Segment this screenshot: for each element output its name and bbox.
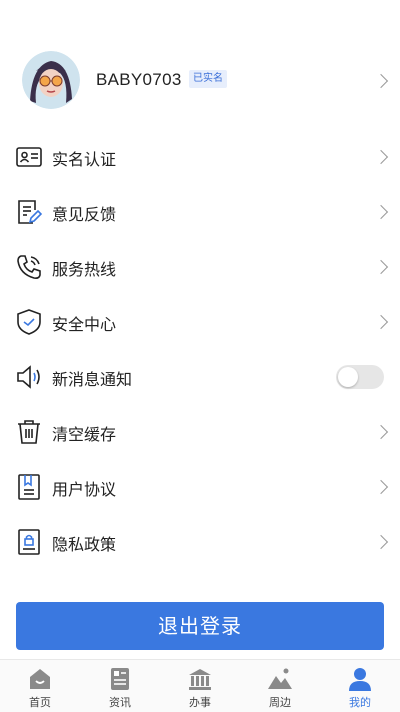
- verified-badge: 已实名: [189, 70, 227, 88]
- username: BABY0703: [96, 70, 182, 89]
- profile-header[interactable]: BABY0703 已实名: [0, 48, 400, 112]
- notification-toggle[interactable]: [336, 365, 384, 389]
- news-icon: [107, 666, 133, 692]
- menu-item-notifications: 新消息通知: [0, 350, 400, 405]
- menu-item-label: 安全中心: [52, 315, 117, 334]
- tab-label: 周边: [269, 696, 291, 709]
- home-icon: [27, 666, 53, 692]
- tab-label: 我的: [349, 696, 371, 709]
- government-building-icon: [187, 666, 213, 692]
- trash-icon: [15, 418, 43, 446]
- menu-item-privacy-policy[interactable]: 隐私政策: [0, 515, 400, 570]
- avatar[interactable]: [22, 51, 80, 109]
- person-icon: [347, 666, 373, 692]
- tab-home[interactable]: 首页: [0, 660, 80, 712]
- menu-item-real-name[interactable]: 实名认证: [0, 130, 400, 185]
- tab-label: 首页: [29, 696, 51, 709]
- menu-item-feedback[interactable]: 意见反馈: [0, 185, 400, 240]
- tab-nearby[interactable]: 周边: [240, 660, 320, 712]
- menu-item-hotline[interactable]: 服务热线: [0, 240, 400, 295]
- id-card-icon: [15, 143, 43, 171]
- tab-mine[interactable]: 我的: [320, 660, 400, 712]
- bottom-tab-bar: 首页 资讯 办事 周边 我的: [0, 659, 400, 712]
- menu-item-label: 用户协议: [52, 480, 117, 499]
- tab-services[interactable]: 办事: [160, 660, 240, 712]
- menu-item-security-center[interactable]: 安全中心: [0, 295, 400, 350]
- settings-menu: 实名认证 意见反馈 服务热线 安全中心 新消息通知 清空缓存 用户协议 隐私政策: [0, 130, 400, 570]
- feedback-edit-icon: [15, 198, 43, 226]
- chevron-right-icon: [373, 534, 389, 550]
- menu-item-label: 新消息通知: [52, 370, 133, 389]
- mountain-icon: [267, 666, 293, 692]
- tab-label: 资讯: [109, 696, 131, 709]
- menu-item-label: 清空缓存: [52, 425, 117, 444]
- toggle-knob: [338, 367, 358, 387]
- chevron-right-icon: [373, 259, 389, 275]
- tab-label: 办事: [189, 696, 211, 709]
- menu-item-label: 服务热线: [52, 260, 117, 279]
- menu-item-label: 隐私政策: [52, 535, 117, 554]
- chevron-right-icon: [373, 314, 389, 330]
- document-icon: [15, 473, 43, 501]
- shield-check-icon: [15, 308, 43, 336]
- chevron-right-icon: [373, 479, 389, 495]
- menu-item-user-agreement[interactable]: 用户协议: [0, 460, 400, 515]
- menu-item-label: 意见反馈: [52, 205, 117, 224]
- logout-button[interactable]: 退出登录: [16, 602, 384, 650]
- menu-item-label: 实名认证: [52, 150, 117, 169]
- tab-news[interactable]: 资讯: [80, 660, 160, 712]
- chevron-right-icon: [373, 204, 389, 220]
- privacy-lock-icon: [15, 528, 43, 556]
- chevron-right-icon: [373, 73, 389, 89]
- phone-icon: [15, 253, 43, 281]
- speaker-icon: [15, 363, 43, 391]
- chevron-right-icon: [373, 149, 389, 165]
- chevron-right-icon: [373, 424, 389, 440]
- menu-item-clear-cache[interactable]: 清空缓存: [0, 405, 400, 460]
